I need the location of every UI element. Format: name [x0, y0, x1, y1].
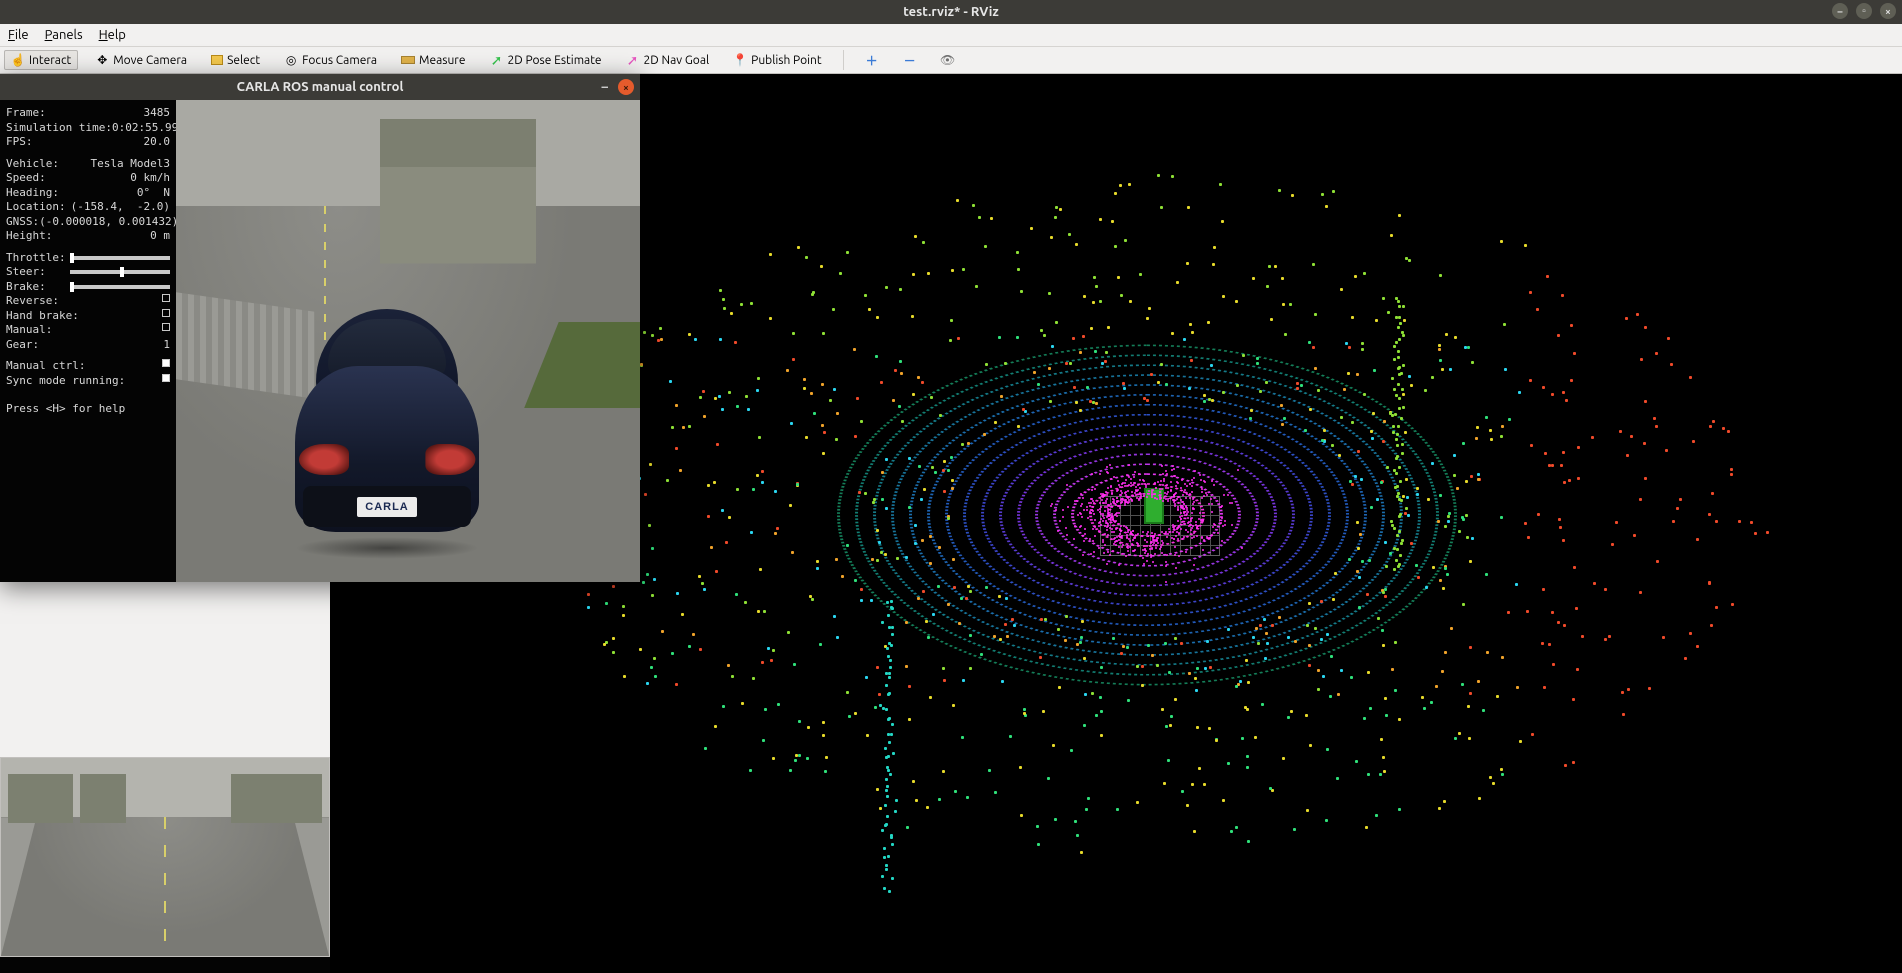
steer-bar	[70, 270, 170, 274]
license-plate: CARLA	[357, 497, 417, 517]
pin-icon: 📍	[733, 53, 747, 67]
window-title-bar: test.rviz* - RViz – ▫ ×	[0, 0, 1902, 24]
tool-measure[interactable]: Measure	[394, 51, 472, 70]
carla-minimize-button[interactable]: –	[602, 80, 609, 94]
menu-bar: File Panels Help	[0, 24, 1902, 46]
tool-add[interactable]: ＋	[858, 50, 886, 70]
throttle-bar	[70, 256, 170, 260]
menu-help[interactable]: Help	[99, 28, 126, 42]
reverse-checkbox	[162, 294, 170, 302]
plus-icon: ＋	[865, 53, 879, 67]
carla-camera-view[interactable]: CARLA	[176, 100, 640, 582]
arrow-pink-icon: ➚	[626, 53, 640, 67]
arrow-green-icon: ➚	[489, 53, 503, 67]
menu-file[interactable]: File	[8, 28, 29, 42]
panel-footer	[0, 957, 330, 973]
minimize-button[interactable]: –	[1832, 3, 1848, 19]
tool-interact[interactable]: ☝ Interact	[4, 50, 78, 70]
close-button[interactable]: ×	[1880, 3, 1896, 19]
toolbar-separator	[843, 50, 844, 70]
handbrake-checkbox	[162, 309, 170, 317]
tool-select[interactable]: Select	[204, 51, 267, 70]
menu-panels[interactable]: Panels	[45, 28, 83, 42]
tool-focus-camera[interactable]: ◎ Focus Camera	[277, 50, 384, 70]
maximize-button[interactable]: ▫	[1856, 3, 1872, 19]
carla-window: CARLA ROS manual control – × Frame:3485 …	[0, 74, 640, 582]
eye-icon: 👁	[941, 53, 955, 67]
manual-ctrl-checkbox	[162, 359, 170, 367]
tool-remove[interactable]: －	[896, 50, 924, 70]
manual-checkbox	[162, 323, 170, 331]
focus-camera-icon: ◎	[284, 53, 298, 67]
ruler-icon	[401, 56, 415, 64]
carla-title-bar[interactable]: CARLA ROS manual control – ×	[0, 74, 640, 100]
tool-move-camera[interactable]: ✥ Move Camera	[88, 50, 194, 70]
sync-checkbox	[162, 374, 170, 382]
carla-title: CARLA ROS manual control	[237, 80, 404, 94]
tool-2d-pose-estimate[interactable]: ➚ 2D Pose Estimate	[482, 50, 608, 70]
tool-bar: ☝ Interact ✥ Move Camera Select ◎ Focus …	[0, 46, 1902, 74]
hand-icon: ☝	[11, 53, 25, 67]
carla-hud: Frame:3485 Simulation time:0:02:55.99 FP…	[0, 100, 176, 582]
ego-vehicle: CARLA	[282, 293, 492, 553]
carla-close-button[interactable]: ×	[618, 79, 634, 95]
help-hint: Press <H> for help	[6, 402, 170, 417]
tool-eye[interactable]: 👁	[934, 50, 962, 70]
brake-bar	[70, 285, 170, 289]
camera-preview[interactable]	[0, 757, 330, 957]
move-camera-icon: ✥	[95, 53, 109, 67]
tool-publish-point[interactable]: 📍 Publish Point	[726, 50, 828, 70]
minus-icon: －	[903, 53, 917, 67]
select-icon	[211, 55, 223, 65]
window-title: test.rviz* - RViz	[903, 5, 998, 19]
tool-2d-nav-goal[interactable]: ➚ 2D Nav Goal	[619, 50, 717, 70]
